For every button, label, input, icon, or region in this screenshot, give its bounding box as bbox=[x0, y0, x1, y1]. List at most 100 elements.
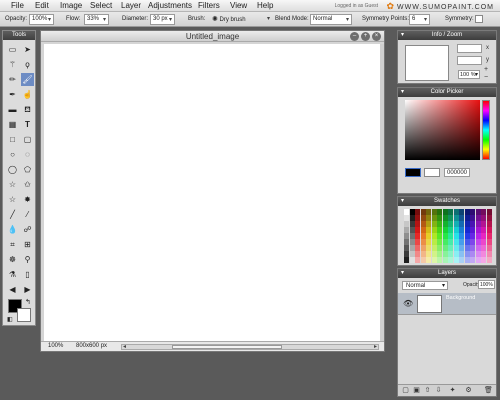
swatch-cell[interactable] bbox=[464, 245, 470, 251]
swatch-cell[interactable] bbox=[459, 257, 464, 263]
layer-blend-mode-select[interactable]: Normal ▾ bbox=[402, 281, 448, 290]
swatch-cell[interactable] bbox=[470, 239, 475, 245]
swatch-cell[interactable] bbox=[453, 233, 459, 239]
swatch-cell[interactable] bbox=[475, 227, 481, 233]
swatch-cell[interactable] bbox=[404, 257, 409, 263]
layer-up-icon[interactable]: ⇧ bbox=[423, 386, 432, 395]
swatch-cell[interactable] bbox=[426, 215, 431, 221]
symmetry-checkbox[interactable] bbox=[475, 15, 483, 23]
swatch-cell[interactable] bbox=[420, 257, 426, 263]
new-layer-icon[interactable]: ▢ bbox=[401, 386, 410, 395]
swatch-cell[interactable] bbox=[404, 233, 409, 239]
swatch-cell[interactable] bbox=[409, 215, 415, 221]
swatch-cell[interactable] bbox=[464, 239, 470, 245]
drawing-canvas[interactable] bbox=[44, 44, 381, 341]
menu-image[interactable]: Image bbox=[60, 1, 82, 10]
swatch-cell[interactable] bbox=[420, 251, 426, 257]
swatch-cell[interactable] bbox=[431, 209, 437, 215]
brand-link[interactable]: ✿ WWW.SUMOPAINT.COM bbox=[386, 1, 494, 12]
blur-tool-icon[interactable]: 💧 bbox=[6, 223, 19, 236]
swatch-cell[interactable] bbox=[475, 251, 481, 257]
vertical-scrollbar[interactable] bbox=[380, 44, 384, 341]
swatch-cell[interactable] bbox=[437, 239, 442, 245]
swatch-cell[interactable] bbox=[448, 215, 453, 221]
swatch-cell[interactable] bbox=[437, 215, 442, 221]
minimize-icon[interactable]: – bbox=[350, 32, 359, 41]
text-tool-icon[interactable]: T bbox=[21, 118, 34, 131]
swatch-cell[interactable] bbox=[448, 221, 453, 227]
swatch-cell[interactable] bbox=[437, 251, 442, 257]
swatch-cell[interactable] bbox=[426, 227, 431, 233]
menu-view[interactable]: View bbox=[230, 1, 247, 10]
clone-stamp-tool-icon[interactable]: ☸ bbox=[6, 253, 19, 266]
swatch-cell[interactable] bbox=[404, 221, 409, 227]
menu-filters[interactable]: Filters bbox=[198, 1, 220, 10]
swatch-cell[interactable] bbox=[448, 233, 453, 239]
diameter-select[interactable]: 30 px ▾ bbox=[150, 14, 175, 25]
navigator-preview[interactable] bbox=[405, 45, 449, 81]
swatch-cell[interactable] bbox=[420, 239, 426, 245]
swatch-cell[interactable] bbox=[442, 251, 448, 257]
swatch-cell[interactable] bbox=[431, 221, 437, 227]
close-icon[interactable]: × bbox=[372, 32, 381, 41]
swatch-cell[interactable] bbox=[459, 233, 464, 239]
background-color-swatch[interactable] bbox=[17, 308, 31, 322]
swatch-cell[interactable] bbox=[486, 251, 492, 257]
swatch-cell[interactable] bbox=[475, 209, 481, 215]
swatch-cell[interactable] bbox=[431, 251, 437, 257]
swatch-cell[interactable] bbox=[475, 257, 481, 263]
menu-select[interactable]: Select bbox=[90, 1, 112, 10]
collapse-triangle-icon[interactable]: ▾ bbox=[401, 197, 404, 206]
swatch-cell[interactable] bbox=[453, 239, 459, 245]
swatch-cell[interactable] bbox=[486, 257, 492, 263]
layer-opacity-field[interactable]: 100% bbox=[478, 280, 495, 289]
gradient-tool-icon[interactable]: ▦ bbox=[6, 118, 19, 131]
swatch-cell[interactable] bbox=[464, 215, 470, 221]
symmetry-points-select[interactable]: 6 ▾ bbox=[409, 14, 430, 25]
swatch-cell[interactable] bbox=[448, 251, 453, 257]
pencil-tool-icon[interactable]: ✏ bbox=[6, 73, 19, 86]
swatch-cell[interactable] bbox=[431, 239, 437, 245]
swatch-cell[interactable] bbox=[415, 233, 420, 239]
swatch-cell[interactable] bbox=[481, 257, 486, 263]
swatch-cell[interactable] bbox=[404, 209, 409, 215]
undo-icon[interactable]: ◀ bbox=[6, 283, 19, 296]
swatch-cell[interactable] bbox=[420, 221, 426, 227]
zoom-select[interactable]: 100 % ▾ bbox=[458, 70, 480, 79]
swatch-cell[interactable] bbox=[442, 209, 448, 215]
swatch-cell[interactable] bbox=[442, 215, 448, 221]
swatch-cell[interactable] bbox=[426, 209, 431, 215]
swatch-cell[interactable] bbox=[442, 233, 448, 239]
swatch-cell[interactable] bbox=[486, 239, 492, 245]
swatch-cell[interactable] bbox=[453, 257, 459, 263]
swatch-cell[interactable] bbox=[475, 215, 481, 221]
swatch-cell[interactable] bbox=[409, 251, 415, 257]
swatch-cell[interactable] bbox=[470, 257, 475, 263]
swatch-cell[interactable] bbox=[470, 227, 475, 233]
star-outline-tool-icon[interactable]: ☆ bbox=[6, 193, 19, 206]
swatch-cell[interactable] bbox=[453, 221, 459, 227]
swatch-cell[interactable] bbox=[437, 221, 442, 227]
swatch-cell[interactable] bbox=[464, 221, 470, 227]
transform-tool-icon[interactable]: ⊞ bbox=[21, 238, 34, 251]
swatch-cell[interactable] bbox=[426, 233, 431, 239]
zoom-in-icon[interactable]: + bbox=[484, 66, 488, 73]
layer-down-icon[interactable]: ⇩ bbox=[434, 386, 443, 395]
swatch-cell[interactable] bbox=[420, 227, 426, 233]
swatch-cell[interactable] bbox=[470, 245, 475, 251]
airbrush-tool-icon[interactable]: ⁄ bbox=[21, 208, 34, 221]
brush-tool-icon[interactable]: 🖌 bbox=[21, 73, 34, 86]
zoom-tool-icon[interactable]: ⚲ bbox=[21, 253, 34, 266]
swatch-cell[interactable] bbox=[481, 221, 486, 227]
swatch-cell[interactable] bbox=[459, 245, 464, 251]
swatch-cell[interactable] bbox=[486, 221, 492, 227]
swatch-cell[interactable] bbox=[409, 221, 415, 227]
swatch-cell[interactable] bbox=[431, 215, 437, 221]
swatch-cell[interactable] bbox=[415, 239, 420, 245]
swatch-cell[interactable] bbox=[409, 257, 415, 263]
swatch-cell[interactable] bbox=[464, 233, 470, 239]
paint-bucket-tool-icon[interactable]: ⛾ bbox=[21, 103, 34, 116]
swatch-cell[interactable] bbox=[481, 239, 486, 245]
swatch-cell[interactable] bbox=[415, 221, 420, 227]
swatch-cell[interactable] bbox=[404, 251, 409, 257]
